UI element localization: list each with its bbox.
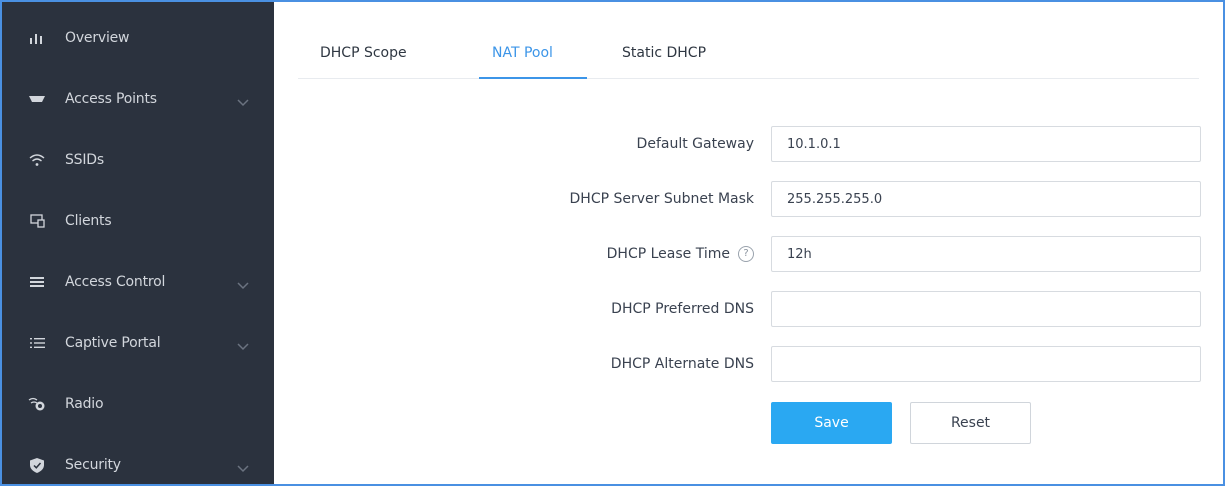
- sidebar-item-clients[interactable]: Clients: [2, 196, 274, 246]
- preferred-dns-label-text: DHCP Preferred DNS: [611, 301, 754, 317]
- alternate-dns-label: DHCP Alternate DNS: [611, 356, 754, 372]
- sidebar-item-label: Captive Portal: [65, 335, 161, 351]
- sidebar-item-label: Clients: [65, 213, 112, 229]
- chevron-down-icon: [237, 339, 249, 351]
- subnet-mask-input[interactable]: [771, 181, 1201, 217]
- alternate-dns-label-text: DHCP Alternate DNS: [610, 356, 754, 372]
- preferred-dns-label: DHCP Preferred DNS: [611, 301, 754, 317]
- form-row-lease-time: DHCP Lease Time ?: [274, 234, 1214, 274]
- menu-icon: [28, 335, 46, 351]
- sidebar-item-label: Access Points: [65, 91, 157, 107]
- clients-icon: [28, 213, 46, 229]
- preferred-dns-input[interactable]: [771, 291, 1201, 327]
- access-point-icon: [28, 91, 46, 107]
- shield-icon: [28, 457, 46, 473]
- tab-static-dhcp[interactable]: Static DHCP: [622, 45, 706, 61]
- subnet-mask-label-text: DHCP Server Subnet Mask: [569, 191, 754, 207]
- chevron-down-icon: [237, 461, 249, 473]
- form-row-subnet-mask: DHCP Server Subnet Mask: [274, 179, 1214, 219]
- tab-dhcp-scope[interactable]: DHCP Scope: [320, 45, 407, 61]
- bar-chart-icon: [28, 30, 46, 46]
- chevron-down-icon: [237, 95, 249, 107]
- form-row-alternate-dns: DHCP Alternate DNS: [274, 344, 1214, 384]
- default-gateway-input[interactable]: [771, 126, 1201, 162]
- lease-time-label: DHCP Lease Time ?: [607, 246, 754, 262]
- sidebar-item-label: SSIDs: [65, 152, 104, 168]
- wifi-icon: [28, 152, 46, 168]
- lease-time-input[interactable]: [771, 236, 1201, 272]
- sidebar-item-overview[interactable]: Overview: [2, 13, 274, 63]
- subnet-mask-label: DHCP Server Subnet Mask: [570, 191, 754, 207]
- sidebar-item-access-points[interactable]: Access Points: [2, 74, 274, 124]
- tab-nat-pool[interactable]: NAT Pool: [492, 45, 553, 61]
- radio-icon: [28, 396, 46, 412]
- save-button[interactable]: Save: [771, 402, 892, 444]
- form-row-default-gateway: Default Gateway: [274, 124, 1214, 164]
- lease-time-label-text: DHCP Lease Time: [606, 246, 730, 262]
- sidebar-item-label: Access Control: [65, 274, 166, 290]
- default-gateway-label: Default Gateway: [637, 136, 754, 152]
- sidebar-item-ssids[interactable]: SSIDs: [2, 135, 274, 185]
- sidebar-item-label: Overview: [65, 30, 130, 46]
- chevron-down-icon: [237, 278, 249, 290]
- main-content: DHCP Scope NAT Pool Static DHCP Default …: [274, 2, 1223, 484]
- sidebar-item-captive-portal[interactable]: Captive Portal: [2, 318, 274, 368]
- sidebar: Overview Access Points SSIDs Clients Acc…: [2, 2, 274, 484]
- active-tab-indicator: [479, 77, 587, 79]
- default-gateway-label-text: Default Gateway: [636, 136, 754, 152]
- sidebar-item-label: Security: [65, 457, 121, 473]
- app-window: Overview Access Points SSIDs Clients Acc…: [0, 0, 1225, 486]
- sidebar-item-security[interactable]: Security: [2, 440, 274, 484]
- reset-button[interactable]: Reset: [910, 402, 1031, 444]
- form-row-preferred-dns: DHCP Preferred DNS: [274, 289, 1214, 329]
- list-icon: [28, 274, 46, 290]
- sidebar-item-radio[interactable]: Radio: [2, 379, 274, 429]
- tab-bar: DHCP Scope NAT Pool Static DHCP: [298, 39, 1199, 79]
- alternate-dns-input[interactable]: [771, 346, 1201, 382]
- help-icon[interactable]: ?: [738, 246, 754, 262]
- sidebar-item-label: Radio: [65, 396, 104, 412]
- sidebar-item-access-control[interactable]: Access Control: [2, 257, 274, 307]
